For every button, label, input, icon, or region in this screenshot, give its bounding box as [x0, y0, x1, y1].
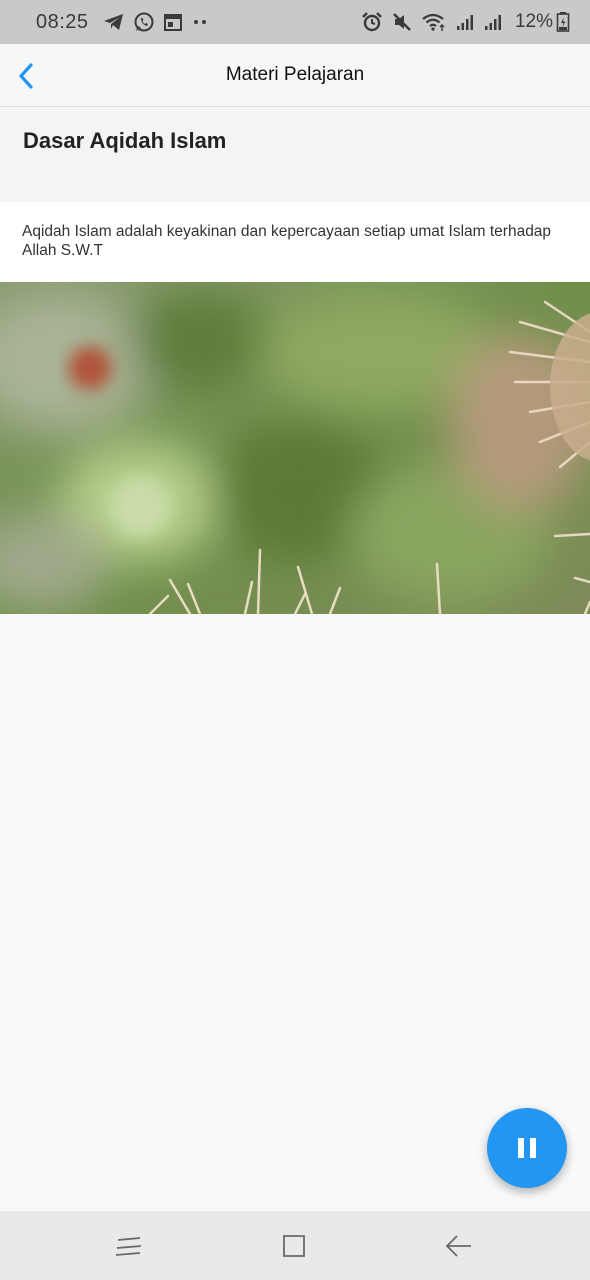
signal-icon [455, 12, 475, 32]
pause-button[interactable] [487, 1108, 567, 1188]
lesson-description: Aqidah Islam adalah keyakinan dan keperc… [22, 223, 552, 259]
whatsapp-icon [133, 11, 155, 33]
calendar-icon [163, 12, 183, 32]
status-bar: 08:25 12% [0, 0, 590, 44]
pause-icon [518, 1138, 536, 1158]
app-bar: Materi Pelajaran [0, 44, 590, 107]
video-frame-image [0, 282, 590, 614]
system-nav-bar [0, 1211, 590, 1280]
page-title: Materi Pelajaran [225, 64, 365, 85]
status-time: 08:25 [36, 10, 89, 33]
home-icon [283, 1235, 305, 1257]
battery-icon [556, 11, 570, 33]
signal-icon [483, 12, 503, 32]
home-button[interactable] [274, 1229, 314, 1263]
mute-icon [391, 11, 413, 33]
lesson-description-card: Aqidah Islam adalah keyakinan dan keperc… [0, 202, 590, 282]
battery-percent: 12% [514, 11, 553, 32]
recent-apps-icon [115, 1237, 142, 1256]
back-icon [445, 1235, 471, 1257]
wifi-icon [421, 12, 447, 32]
system-back-button[interactable] [439, 1229, 479, 1263]
video-player[interactable] [0, 282, 590, 614]
recent-apps-button[interactable] [109, 1229, 149, 1263]
telegram-icon [103, 12, 125, 32]
alarm-icon [361, 11, 383, 33]
lesson-title: Dasar Aqidah Islam [23, 128, 227, 153]
more-notifications-icon [191, 17, 209, 27]
lesson-header: Dasar Aqidah Islam [0, 107, 590, 202]
